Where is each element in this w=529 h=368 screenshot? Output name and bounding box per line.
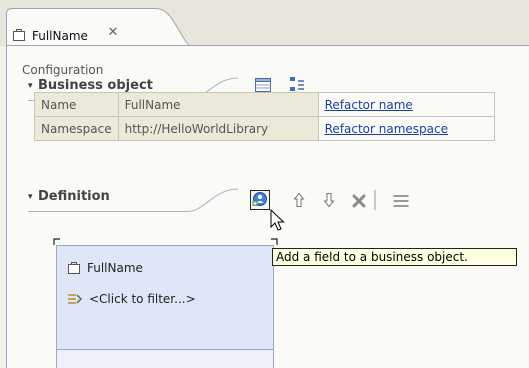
name-key: Name — [34, 92, 119, 117]
business-object-name: FullName — [87, 261, 143, 275]
filter-row[interactable]: <Click to filter...> — [67, 289, 196, 309]
name-value: FullName — [117, 92, 319, 117]
delete-icon[interactable] — [350, 192, 368, 210]
business-object-node-header: FullName — [67, 258, 143, 278]
definition-section-header[interactable]: ▾ Definition — [28, 186, 238, 212]
section-title: Definition — [38, 189, 110, 204]
editor-tab-fullname[interactable]: FullName ✕ — [6, 8, 192, 46]
configuration-table: Name FullName Refactor name Namespace ht… — [34, 92, 495, 141]
table-row: Name FullName Refactor name — [34, 92, 495, 117]
refactor-name-cell: Refactor name — [317, 92, 495, 117]
filter-placeholder[interactable]: <Click to filter...> — [89, 292, 196, 306]
configuration-label: Configuration — [22, 63, 104, 77]
refactor-namespace-link[interactable]: Refactor namespace — [325, 122, 448, 136]
toolbar-separator — [374, 190, 376, 210]
show-details-icon[interactable] — [392, 192, 410, 210]
refactor-name-link[interactable]: Refactor name — [325, 98, 413, 112]
fields-area — [57, 349, 273, 368]
namespace-value: http://HelloWorldLibrary — [117, 116, 319, 141]
tree-icon[interactable] — [288, 75, 306, 93]
section-title: Business object — [38, 78, 153, 93]
business-object-icon — [12, 28, 26, 45]
tab-title: FullName — [32, 29, 88, 43]
add-field-icon — [252, 191, 268, 210]
tooltip: Add a field to a business object. — [272, 248, 517, 266]
collapse-twisty-icon[interactable]: ▾ — [28, 192, 33, 202]
collapse-twisty-icon[interactable]: ▾ — [28, 81, 33, 91]
table-row: Namespace http://HelloWorldLibrary Refac… — [34, 116, 495, 141]
filter-icon — [67, 292, 83, 306]
namespace-key: Namespace — [34, 116, 119, 141]
move-down-icon[interactable] — [320, 191, 338, 209]
business-object-node[interactable]: FullName <Click to filter...> — [56, 245, 274, 368]
editor-tab-strip: FullName ✕ — [0, 0, 529, 46]
add-field-button[interactable] — [250, 190, 270, 210]
refactor-namespace-cell: Refactor namespace — [317, 116, 495, 141]
mouse-cursor-icon — [270, 209, 285, 231]
close-icon[interactable]: ✕ — [106, 26, 120, 40]
business-object-icon — [67, 261, 81, 275]
move-up-icon[interactable] — [290, 191, 308, 209]
